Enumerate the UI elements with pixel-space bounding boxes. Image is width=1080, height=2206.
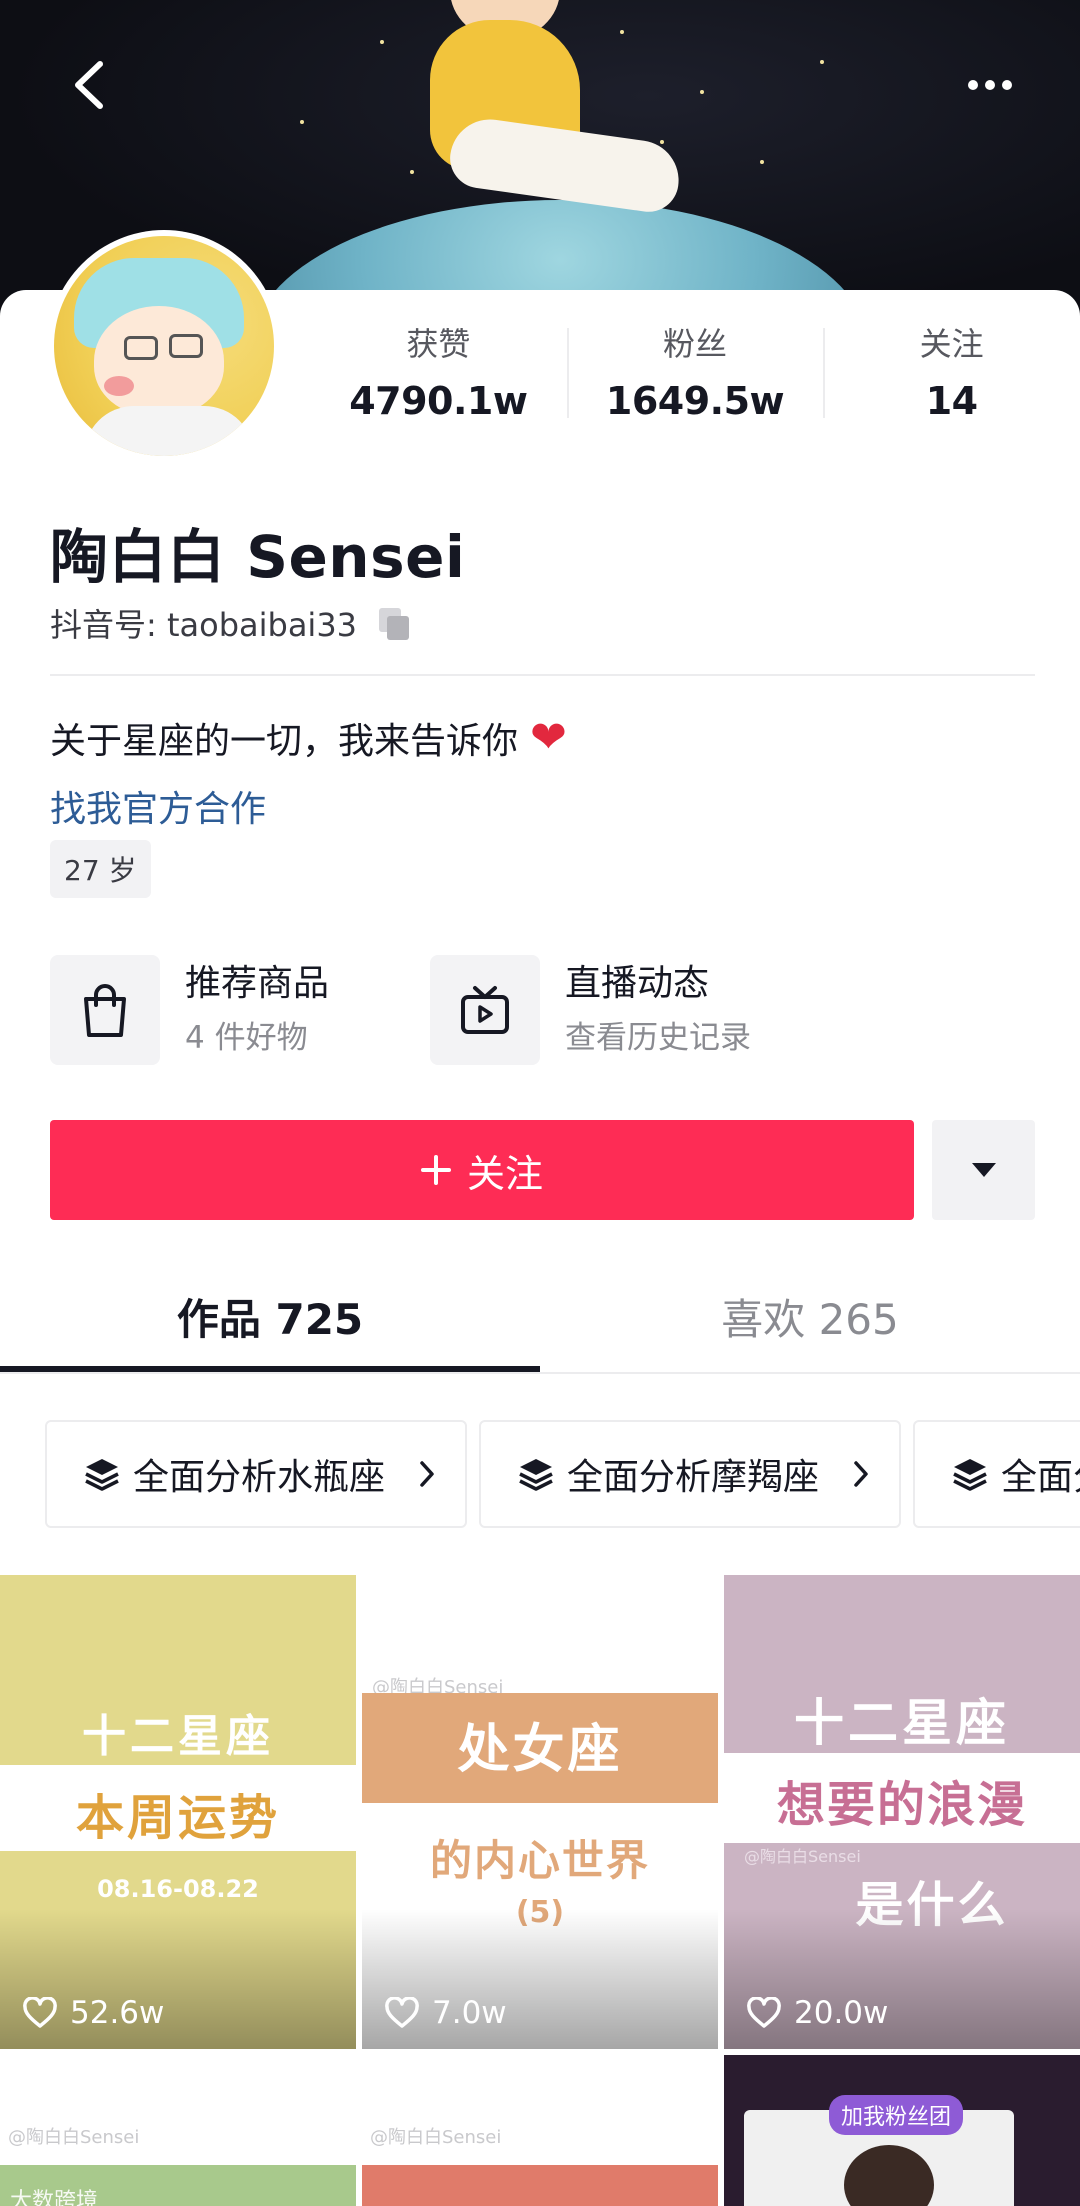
video-thumbnail[interactable]: 十二星座 想要的浪漫 @陶白白Sensei 是什么 20.0w: [724, 1575, 1080, 2049]
recommend-dropdown-button[interactable]: [932, 1120, 1035, 1220]
video-thumbnail[interactable]: 加我粉丝团: [724, 2055, 1080, 2206]
video-author-tag: @陶白白Sensei: [8, 2127, 140, 2148]
video-title-line: 处女座: [457, 1720, 623, 1780]
section-divider: [50, 674, 1035, 676]
video-title-line: 的内心世界: [429, 1836, 650, 1885]
back-chevron-icon: [75, 61, 103, 109]
profile-stats: 获赞 4790.1w 粉丝 1649.5w 关注 14: [310, 318, 1080, 448]
more-button[interactable]: [955, 60, 1025, 110]
layers-icon: [519, 1459, 553, 1491]
video-date: 08.16-08.22: [97, 1875, 259, 1903]
banner-figure-leg: [446, 114, 684, 216]
content-tabs: 作品 725 喜欢 265: [0, 1268, 1080, 1374]
feature-title: 推荐商品: [185, 963, 330, 1004]
bio: 关于星座的一切，我来告诉你 ❤: [50, 712, 567, 764]
back-button[interactable]: [60, 55, 120, 115]
video-like-count: 52.6w: [70, 1995, 165, 2031]
heart-outline-icon: [747, 1997, 781, 2028]
follow-label: 关注: [466, 1151, 543, 1196]
collection-aquarius[interactable]: 全面分析水瓶座: [45, 1420, 467, 1528]
active-tab-indicator: [0, 1366, 540, 1372]
stat-followers[interactable]: 粉丝 1649.5w: [566, 318, 824, 448]
feature-subtitle: 查看历史记录: [565, 1020, 751, 1056]
video-like-count: 7.0w: [432, 1995, 507, 2031]
video-thumbnail[interactable]: @陶白白Sensei 处女座 的内心世界 (5) 7.0w: [362, 1575, 718, 2049]
video-thumbnail[interactable]: 十二星座 本周运势 08.16-08.22 52.6w: [0, 1575, 356, 2049]
shopping-bag-icon: [84, 984, 126, 1037]
video-grid: 十二星座 本周运势 08.16-08.22 52.6w @陶白白Sensei 处…: [0, 1575, 1080, 2206]
avatar[interactable]: [48, 230, 280, 462]
stat-label: 粉丝: [663, 325, 728, 363]
feature-title: 直播动态: [565, 963, 710, 1004]
profile-name: 陶白白 Sensei: [50, 523, 466, 591]
bio-text: 关于星座的一切，我来告诉你: [50, 721, 519, 762]
more-dots-icon: [968, 80, 978, 90]
collection-label: 全面分析水瓶座: [133, 1457, 386, 1498]
stat-following[interactable]: 关注 14: [823, 318, 1080, 448]
heart-outline-icon: [23, 1997, 57, 2028]
video-title-line: 本周运势: [75, 1790, 280, 1846]
watermark: 大数跨境: [10, 2189, 99, 2206]
collection-label: 全面分析摩羯座: [567, 1457, 820, 1498]
video-thumbnail[interactable]: @陶白白Sensei: [362, 2055, 718, 2206]
stat-value: 4790.1w: [349, 379, 528, 423]
triangle-down-icon: [971, 1163, 996, 1177]
collection-label: 全面分: [1001, 1457, 1080, 1498]
collection-capricorn[interactable]: 全面分析摩羯座: [479, 1420, 901, 1528]
follow-button[interactable]: 关注: [50, 1120, 914, 1220]
video-title-line: 十二星座: [82, 1711, 274, 1762]
layers-icon: [953, 1459, 987, 1491]
stat-value: 1649.5w: [605, 379, 785, 423]
douyin-id-row: 抖音号: taobaibai33: [50, 600, 411, 646]
stat-likes[interactable]: 获赞 4790.1w: [310, 318, 567, 448]
copy-icon[interactable]: [377, 606, 411, 640]
live-history[interactable]: 直播动态 查看历史记录: [430, 955, 751, 1065]
stat-value: 14: [925, 379, 978, 423]
heart-icon: ❤: [530, 712, 567, 763]
plus-icon: [420, 1155, 451, 1185]
video-author-tag: @陶白白Sensei: [370, 2127, 502, 2148]
chevron-right-icon: [420, 1461, 434, 1487]
stat-label: 获赞: [406, 325, 471, 363]
tab-works[interactable]: 作品 725: [0, 1268, 540, 1372]
video-title-line: 想要的浪漫: [776, 1777, 1027, 1833]
age-tag: 27 岁: [50, 840, 151, 898]
tv-play-icon: [461, 986, 509, 1034]
collection-partial[interactable]: 全面分: [913, 1420, 1080, 1528]
heart-outline-icon: [385, 1997, 419, 2028]
video-author-tag: @陶白白Sensei: [744, 1847, 861, 1866]
feature-subtitle: 4 件好物: [185, 1020, 308, 1056]
fan-group-badge: 加我粉丝团: [829, 2095, 964, 2135]
collections-row: 全面分析水瓶座 全面分析摩羯座 全面分: [45, 1420, 1080, 1530]
video-title-line: 十二星座: [794, 1694, 1010, 1752]
cooperation-link[interactable]: 找我官方合作: [50, 780, 266, 832]
douyin-id-text: 抖音号: taobaibai33: [50, 606, 358, 644]
tab-likes[interactable]: 喜欢 265: [540, 1268, 1080, 1372]
chevron-right-icon: [854, 1461, 868, 1487]
stat-label: 关注: [919, 325, 984, 363]
layers-icon: [85, 1459, 119, 1491]
recommended-products[interactable]: 推荐商品 4 件好物: [50, 955, 329, 1065]
video-like-count: 20.0w: [794, 1995, 889, 2031]
